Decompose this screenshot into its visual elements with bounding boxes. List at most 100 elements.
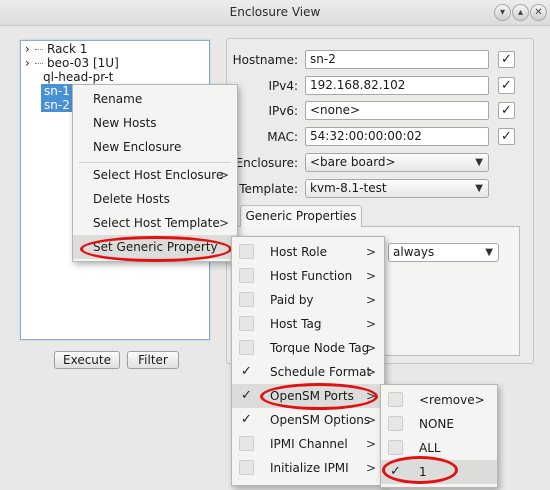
chevron-down-icon: ▼ xyxy=(485,247,493,258)
submenu-arrow-icon: > xyxy=(365,437,376,451)
ipv4-checkbox[interactable]: ✓ xyxy=(498,77,515,94)
menu-item-initialize-ipmi[interactable]: Initialize IPMI > xyxy=(232,456,384,480)
menu-item-paid-by[interactable]: Paid by > xyxy=(232,288,384,312)
window-title: Enclosure View xyxy=(229,5,321,19)
check-icon: ✓ xyxy=(390,464,401,479)
menu-item-label: <remove> xyxy=(419,393,485,407)
mac-label: MAC: xyxy=(267,130,298,144)
ipv6-checkbox[interactable]: ✓ xyxy=(498,102,515,119)
menu-item-label: Host Function xyxy=(270,269,353,283)
property-value-text: always xyxy=(393,245,435,259)
menu-item-new-hosts[interactable]: New Hosts xyxy=(73,111,237,135)
tree-item-label: sn-1 xyxy=(41,84,73,98)
hostname-label: Hostname: xyxy=(232,53,298,67)
menu-item-label: Select Host Template xyxy=(93,216,220,230)
tree-item-sn-2[interactable]: sn-2 xyxy=(41,98,73,112)
execute-button[interactable]: Execute xyxy=(54,351,120,369)
tree-item-label: sn-2 xyxy=(41,98,73,112)
menu-item-label: Host Role xyxy=(270,245,327,259)
menu-item-label: Initialize IPMI xyxy=(270,461,349,475)
checkbox-icon xyxy=(239,340,254,355)
tree-item-rack[interactable]: › Rack 1 xyxy=(25,42,87,56)
menu-item-label: Schedule Format xyxy=(270,365,372,379)
menu-item-new-enclosure[interactable]: New Enclosure xyxy=(73,135,237,159)
checkbox-icon xyxy=(239,244,254,259)
menu-item-label: 1 xyxy=(419,465,427,479)
hostname-checkbox[interactable]: ✓ xyxy=(498,51,515,68)
tab-generic-properties[interactable]: Generic Properties xyxy=(240,205,362,227)
expand-arrow-icon[interactable]: › xyxy=(25,42,35,56)
menu-item-label: Select Host Enclosure xyxy=(93,168,224,182)
tree-item-label: beo-03 [1U] xyxy=(47,56,119,70)
menu-item-all[interactable]: ALL xyxy=(381,436,497,460)
menu-item-opensm-options[interactable]: ✓ OpenSM Options > xyxy=(232,408,384,432)
menu-item-rename[interactable]: Rename xyxy=(73,87,237,111)
menu-item-set-generic-property[interactable]: Set Generic Property xyxy=(73,235,237,259)
submenu-arrow-icon: > xyxy=(218,216,229,230)
tree-item-beo-03[interactable]: › beo-03 [1U] xyxy=(25,56,119,70)
menu-item-label: Torque Node Tag xyxy=(270,341,370,355)
menu-item-torque-node-tag[interactable]: Torque Node Tag > xyxy=(232,336,384,360)
tree-item-ql-head[interactable]: ql-head-pr-t xyxy=(43,70,113,84)
menu-item-host-function[interactable]: Host Function > xyxy=(232,264,384,288)
submenu-arrow-icon: > xyxy=(365,365,376,379)
hostname-field[interactable]: sn-2 xyxy=(305,50,489,69)
chevron-down-icon: ▼ xyxy=(475,157,483,168)
submenu-arrow-icon: > xyxy=(218,168,229,182)
menu-item-label: Paid by xyxy=(270,293,314,307)
filter-button[interactable]: Filter xyxy=(127,351,179,369)
host-context-menu: Rename New Hosts New Enclosure Select Ho… xyxy=(72,84,238,262)
submenu-arrow-icon: > xyxy=(365,317,376,331)
checkbox-icon xyxy=(239,268,254,283)
menu-item-delete-hosts[interactable]: Delete Hosts xyxy=(73,187,237,211)
tree-item-sn-1[interactable]: sn-1 xyxy=(41,84,73,98)
close-button[interactable]: ✕ xyxy=(530,4,547,21)
menu-item-port-1[interactable]: ✓ 1 xyxy=(381,460,497,484)
enclosure-select[interactable]: <bare board> ▼ xyxy=(305,153,489,172)
checkbox-icon xyxy=(239,292,254,307)
submenu-arrow-icon: > xyxy=(365,293,376,307)
menu-item-label: OpenSM Ports xyxy=(270,389,354,403)
submenu-arrow-icon: > xyxy=(365,389,376,403)
expand-arrow-icon[interactable]: › xyxy=(25,56,35,70)
menu-item-label: Rename xyxy=(93,92,143,106)
template-select-value: kvm-8.1-test xyxy=(310,181,387,195)
menu-item-ipmi-channel[interactable]: IPMI Channel > xyxy=(232,432,384,456)
checkbox-icon xyxy=(239,316,254,331)
property-value-select[interactable]: always ▼ xyxy=(388,243,499,262)
menu-item-select-host-enclosure[interactable]: Select Host Enclosure > xyxy=(73,163,237,187)
ipv4-label: IPv4: xyxy=(268,79,298,93)
mac-field[interactable]: 54:32:00:00:00:02 xyxy=(305,127,489,146)
menu-item-select-host-template[interactable]: Select Host Template > xyxy=(73,211,237,235)
menu-item-opensm-ports[interactable]: ✓ OpenSM Ports > xyxy=(232,384,384,408)
menu-item-label: New Enclosure xyxy=(93,140,182,154)
check-icon: ✓ xyxy=(241,364,252,379)
ipv6-field[interactable]: <none> xyxy=(305,101,489,120)
menu-item-host-tag[interactable]: Host Tag > xyxy=(232,312,384,336)
menu-item-label: Set Generic Property xyxy=(93,240,218,254)
menu-item-label: IPMI Channel xyxy=(270,437,348,451)
menu-item-label: NONE xyxy=(419,417,454,431)
enclosure-view-window: Enclosure View ▾ ▴ ✕ › Rack 1 › beo-03 [1U… xyxy=(0,0,550,490)
menu-item-label: OpenSM Options xyxy=(270,413,371,427)
enclosure-select-value: <bare board> xyxy=(310,155,396,169)
mac-checkbox[interactable]: ✓ xyxy=(498,128,515,145)
menu-item-label: ALL xyxy=(419,441,441,455)
menu-item-label: Delete Hosts xyxy=(93,192,170,206)
menu-item-remove[interactable]: <remove> xyxy=(381,388,497,412)
check-icon: ✓ xyxy=(241,412,252,427)
submenu-arrow-icon: > xyxy=(365,341,376,355)
enclosure-label: Enclosure: xyxy=(235,156,298,170)
menu-item-label: Host Tag xyxy=(270,317,322,331)
menu-item-schedule-format[interactable]: ✓ Schedule Format > xyxy=(232,360,384,384)
menu-item-host-role[interactable]: Host Role > xyxy=(232,240,384,264)
checkbox-icon xyxy=(388,440,403,455)
tree-item-label: Rack 1 xyxy=(47,42,88,56)
minimize-button[interactable]: ▾ xyxy=(494,4,511,21)
template-select[interactable]: kvm-8.1-test ▼ xyxy=(305,179,489,198)
ipv4-field[interactable]: 192.168.82.102 xyxy=(305,76,489,95)
maximize-button[interactable]: ▴ xyxy=(512,4,529,21)
menu-item-none[interactable]: NONE xyxy=(381,412,497,436)
template-label: Template: xyxy=(239,182,298,196)
check-icon: ✓ xyxy=(241,388,252,403)
